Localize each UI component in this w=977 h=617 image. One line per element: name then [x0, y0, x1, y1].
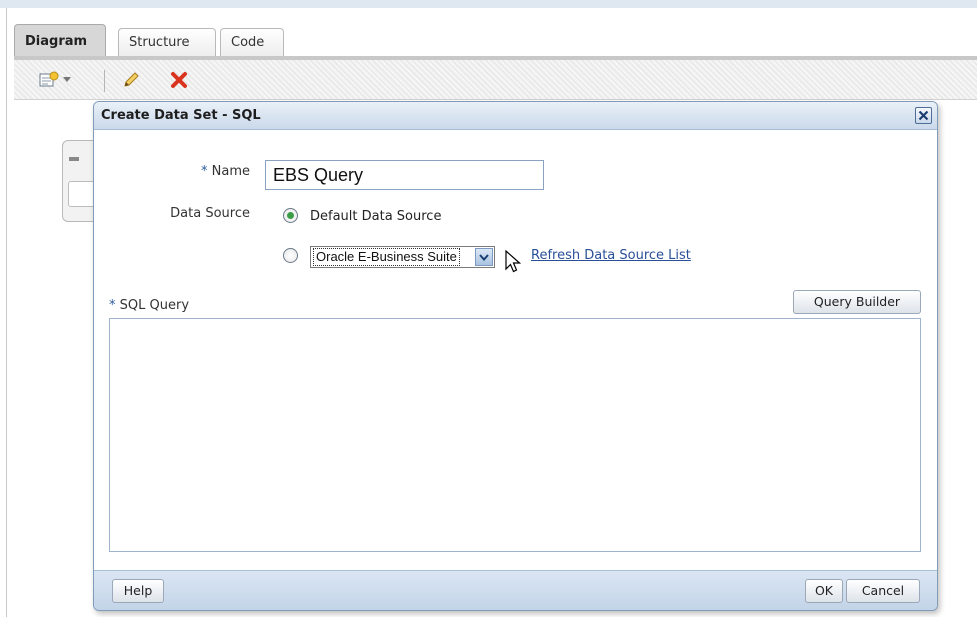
diagram-toolbar — [14, 60, 977, 100]
dialog-footer: Help OK Cancel — [94, 570, 937, 610]
toolbar-separator — [104, 70, 105, 92]
refresh-data-source-link[interactable]: Refresh Data Source List — [531, 248, 691, 263]
left-border — [6, 8, 7, 617]
sql-query-label-text: SQL Query — [119, 298, 190, 313]
mouse-pointer-icon — [505, 249, 522, 278]
radio-selected-dot — [287, 212, 294, 219]
tab-diagram[interactable]: Diagram — [14, 24, 106, 58]
default-data-source-radio[interactable] — [283, 208, 298, 223]
tab-structure[interactable]: Structure — [118, 28, 216, 58]
window-top-strip — [0, 0, 977, 8]
close-button[interactable] — [915, 107, 932, 124]
sql-query-label: * SQL Query — [109, 298, 189, 313]
data-source-select[interactable]: Oracle E-Business Suite — [310, 246, 495, 268]
create-data-set-dialog: Create Data Set - SQL * Name EBS Query D… — [93, 101, 938, 611]
required-mark: * — [201, 164, 208, 179]
sql-query-textarea[interactable] — [109, 318, 921, 552]
name-field[interactable]: EBS Query — [265, 160, 544, 190]
delete-x-icon[interactable] — [166, 68, 192, 92]
default-data-source-label: Default Data Source — [310, 209, 442, 224]
new-data-set-icon[interactable] — [36, 68, 62, 92]
close-icon — [918, 110, 929, 121]
dialog-title: Create Data Set - SQL — [94, 102, 937, 130]
dropdown-arrow-icon[interactable] — [60, 68, 74, 92]
edit-pencil-icon[interactable] — [118, 68, 144, 92]
data-source-select-value: Oracle E-Business Suite — [313, 248, 460, 266]
editor-tabs: Diagram Structure Code — [14, 24, 977, 58]
chevron-down-icon[interactable] — [475, 248, 493, 266]
name-label: * Name — [164, 164, 250, 179]
required-mark: * — [109, 298, 116, 313]
name-label-text: Name — [211, 164, 250, 179]
data-source-label: Data Source — [170, 206, 250, 221]
tab-code[interactable]: Code — [220, 28, 284, 58]
collapse-icon[interactable] — [69, 157, 79, 161]
query-builder-button[interactable]: Query Builder — [793, 290, 921, 314]
ok-button[interactable]: OK — [805, 579, 843, 603]
dialog-body: * Name EBS Query Data Source Default Dat… — [94, 130, 937, 570]
cancel-button[interactable]: Cancel — [846, 579, 920, 603]
data-source-select-radio[interactable] — [283, 248, 298, 263]
help-button[interactable]: Help — [112, 579, 164, 603]
